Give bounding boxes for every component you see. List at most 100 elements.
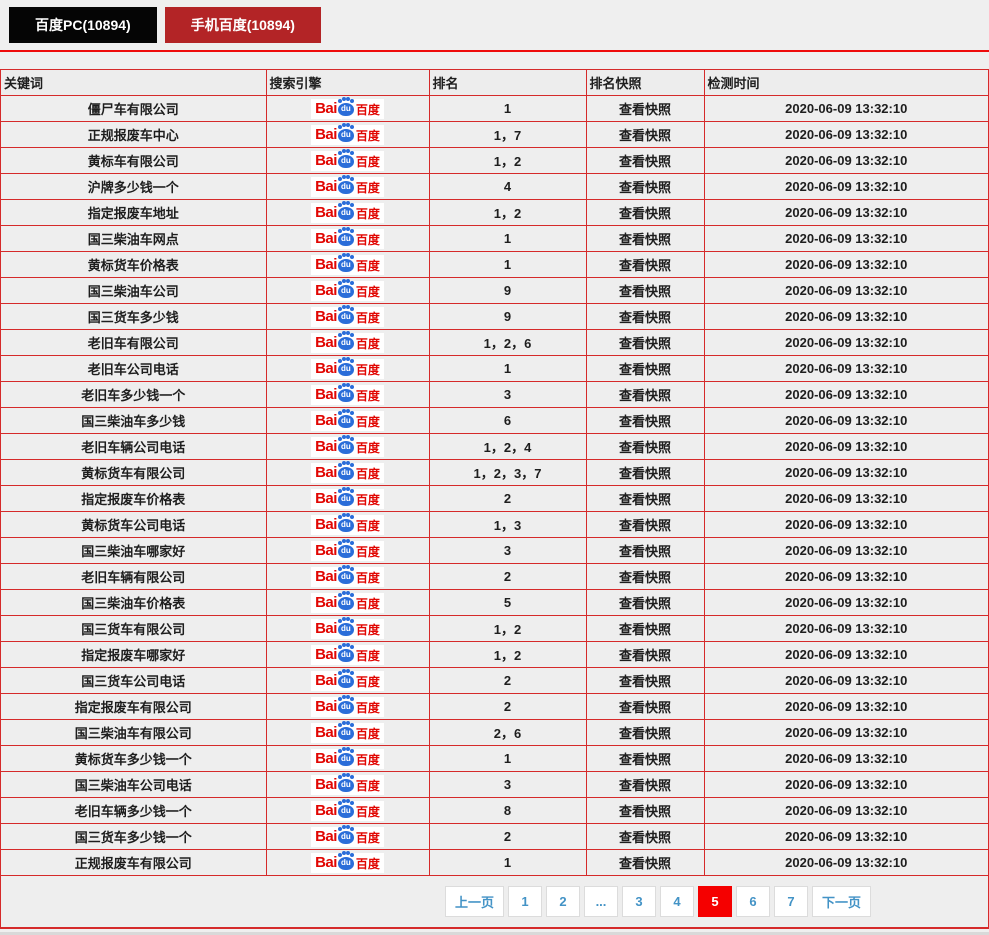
keyword-cell: 老旧车辆公司电话 — [1, 433, 267, 460]
baidu-logo-bai: Bai — [315, 229, 337, 247]
snapshot-link[interactable]: 查看快照 — [619, 596, 671, 611]
pagination-prev-button[interactable]: 上一页 — [444, 886, 504, 917]
baidu-logo-cn: 百度 — [355, 726, 380, 741]
baidu-logo-cn: 百度 — [355, 804, 380, 819]
pagination-page-3[interactable]: 3 — [621, 886, 656, 917]
baidu-logo-bai: Bai — [315, 801, 337, 819]
column-header: 排名快照 — [585, 70, 705, 96]
table-row: 老旧车有限公司 Bai du 百度 1，2，6 查看快照 2020-06-09 … — [1, 329, 988, 356]
table-row: 国三柴油车有限公司 Bai du 百度 2，6 查看快照 2020-06-09 … — [1, 719, 988, 746]
pagination-page-7[interactable]: 7 — [773, 886, 808, 917]
snapshot-link[interactable]: 查看快照 — [619, 414, 671, 429]
snapshot-link[interactable]: 查看快照 — [619, 492, 671, 507]
snapshot-link[interactable]: 查看快照 — [619, 856, 671, 871]
baidu-logo-cn: 百度 — [355, 206, 380, 221]
detect-time-cell: 2020-06-09 13:32:10 — [703, 797, 988, 824]
keyword-cell: 国三柴油车哪家好 — [1, 537, 267, 564]
table-row: 黄标货车多少钱一个 Bai du 百度 1 查看快照 2020-06-09 13… — [1, 745, 988, 772]
snapshot-cell: 查看快照 — [585, 329, 705, 356]
snapshot-link[interactable]: 查看快照 — [619, 128, 671, 143]
engine-cell: Bai du 百度 — [265, 667, 430, 694]
table-row: 老旧车辆有限公司 Bai du 百度 2 查看快照 2020-06-09 13:… — [1, 563, 988, 590]
snapshot-cell: 查看快照 — [585, 667, 705, 694]
rank-cell: 3 — [428, 537, 587, 564]
rank-cell: 2 — [428, 485, 587, 512]
snapshot-link[interactable]: 查看快照 — [619, 752, 671, 767]
snapshot-link[interactable]: 查看快照 — [619, 336, 671, 351]
pagination-page-1[interactable]: 1 — [507, 886, 542, 917]
keyword-cell: 国三货车多少钱一个 — [1, 823, 267, 850]
pagination-page-6[interactable]: 6 — [735, 886, 770, 917]
baidu-logo-cn: 百度 — [355, 544, 380, 559]
pagination-page-2[interactable]: 2 — [545, 886, 580, 917]
baidu-logo-du: du — [341, 468, 351, 477]
baidu-logo-icon: Bai du 百度 — [311, 514, 384, 535]
snapshot-link[interactable]: 查看快照 — [619, 388, 671, 403]
snapshot-link[interactable]: 查看快照 — [619, 648, 671, 663]
engine-cell: Bai du 百度 — [265, 485, 430, 512]
snapshot-cell: 查看快照 — [585, 459, 705, 486]
keyword-cell: 老旧车公司电话 — [1, 355, 267, 382]
snapshot-link[interactable]: 查看快照 — [619, 232, 671, 247]
pagination-next-button[interactable]: 下一页 — [811, 886, 871, 917]
baidu-logo-bai: Bai — [315, 723, 337, 741]
snapshot-link[interactable]: 查看快照 — [619, 154, 671, 169]
snapshot-link[interactable]: 查看快照 — [619, 804, 671, 819]
engine-cell: Bai du 百度 — [265, 563, 430, 590]
snapshot-link[interactable]: 查看快照 — [619, 362, 671, 377]
snapshot-link[interactable]: 查看快照 — [619, 310, 671, 325]
snapshot-link[interactable]: 查看快照 — [619, 830, 671, 845]
snapshot-link[interactable]: 查看快照 — [619, 440, 671, 455]
snapshot-link[interactable]: 查看快照 — [619, 700, 671, 715]
snapshot-link[interactable]: 查看快照 — [619, 726, 671, 741]
tab-baidu-mobile[interactable]: 手机百度(10894) — [164, 7, 321, 43]
baidu-logo-du: du — [341, 832, 351, 841]
baidu-paw-icon: du — [337, 176, 354, 194]
engine-cell: Bai du 百度 — [265, 511, 430, 538]
snapshot-link[interactable]: 查看快照 — [619, 284, 671, 299]
snapshot-cell: 查看快照 — [585, 641, 705, 668]
snapshot-link[interactable]: 查看快照 — [619, 180, 671, 195]
baidu-logo-cn: 百度 — [355, 310, 380, 325]
snapshot-link[interactable]: 查看快照 — [619, 466, 671, 481]
baidu-logo-icon: Bai du 百度 — [311, 852, 384, 873]
baidu-logo-bai: Bai — [315, 125, 337, 143]
baidu-logo-du: du — [341, 858, 351, 867]
snapshot-link[interactable]: 查看快照 — [619, 102, 671, 117]
baidu-paw-icon: du — [337, 306, 354, 324]
keyword-cell: 国三货车多少钱 — [1, 303, 267, 330]
engine-cell: Bai du 百度 — [265, 849, 430, 876]
snapshot-link[interactable]: 查看快照 — [619, 674, 671, 689]
snapshot-link[interactable]: 查看快照 — [619, 518, 671, 533]
keyword-cell: 黄标货车有限公司 — [1, 459, 267, 486]
engine-cell: Bai du 百度 — [265, 147, 430, 174]
pagination-page-4[interactable]: 4 — [659, 886, 694, 917]
baidu-logo-bai: Bai — [315, 177, 337, 195]
rank-cell: 1，2 — [428, 615, 587, 642]
engine-cell: Bai du 百度 — [265, 381, 430, 408]
snapshot-link[interactable]: 查看快照 — [619, 778, 671, 793]
keyword-cell: 黄标货车价格表 — [1, 251, 267, 278]
snapshot-link[interactable]: 查看快照 — [619, 622, 671, 637]
baidu-paw-icon: du — [337, 124, 354, 142]
pagination-page-5[interactable]: 5 — [697, 886, 732, 917]
tab-baidu-pc[interactable]: 百度PC(10894) — [9, 7, 157, 43]
table-row: 国三货车多少钱一个 Bai du 百度 2 查看快照 2020-06-09 13… — [1, 823, 988, 850]
baidu-logo-bai: Bai — [315, 593, 337, 611]
table-row: 老旧车公司电话 Bai du 百度 1 查看快照 2020-06-09 13:3… — [1, 355, 988, 382]
baidu-logo-cn: 百度 — [355, 570, 380, 585]
baidu-logo-bai: Bai — [315, 645, 337, 663]
baidu-logo-cn: 百度 — [355, 518, 380, 533]
baidu-logo-bai: Bai — [315, 281, 337, 299]
detect-time-cell: 2020-06-09 13:32:10 — [703, 199, 988, 226]
detect-time-cell: 2020-06-09 13:32:10 — [703, 485, 988, 512]
detect-time-cell: 2020-06-09 13:32:10 — [703, 589, 988, 616]
engine-cell: Bai du 百度 — [265, 823, 430, 850]
baidu-logo-bai: Bai — [315, 671, 337, 689]
snapshot-link[interactable]: 查看快照 — [619, 570, 671, 585]
snapshot-link[interactable]: 查看快照 — [619, 258, 671, 273]
snapshot-link[interactable]: 查看快照 — [619, 544, 671, 559]
baidu-logo-cn: 百度 — [355, 622, 380, 637]
rank-cell: 2 — [428, 693, 587, 720]
snapshot-link[interactable]: 查看快照 — [619, 206, 671, 221]
